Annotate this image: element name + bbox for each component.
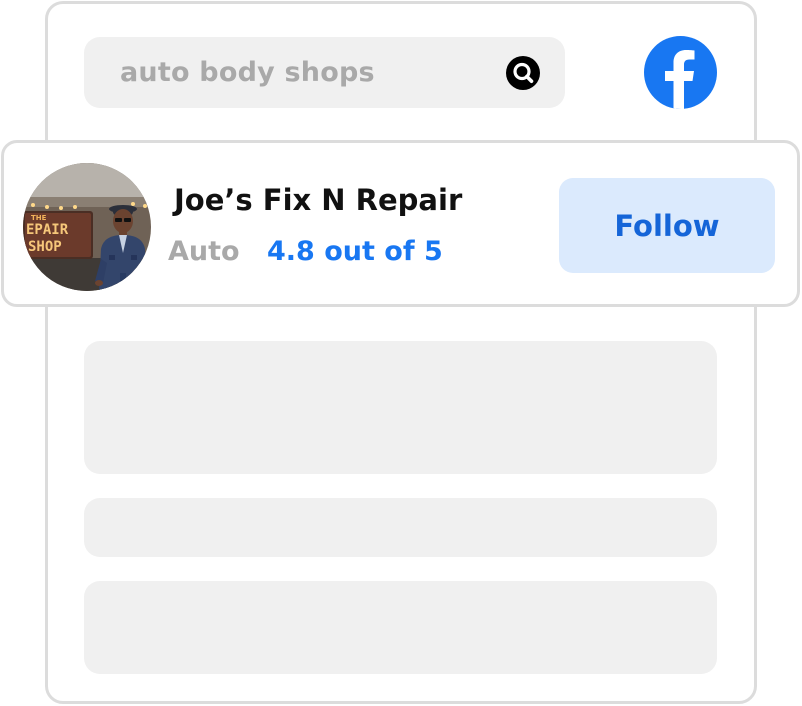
svg-text:SHOP: SHOP <box>28 239 62 255</box>
business-rating: 4.8 out of 5 <box>267 236 443 267</box>
content-placeholder-small <box>84 498 717 557</box>
follow-button[interactable]: Follow <box>559 178 775 273</box>
avatar[interactable]: THE EPAIR SHOP <box>23 163 151 291</box>
business-category: Auto <box>168 236 240 267</box>
stage: auto body shops THE EPAIR SHOP Joe’s Fix… <box>0 0 802 706</box>
facebook-logo-icon[interactable] <box>644 36 717 109</box>
svg-text:THE: THE <box>31 214 47 222</box>
business-name[interactable]: Joe’s Fix N Repair <box>174 183 462 217</box>
search-input-text[interactable]: auto body shops <box>120 57 505 88</box>
svg-text:EPAIR: EPAIR <box>26 222 69 238</box>
business-profile-card[interactable]: THE EPAIR SHOP Joe’s Fix N Repair Auto 4… <box>1 140 800 307</box>
content-placeholder-large <box>84 341 717 474</box>
content-placeholder-medium <box>84 581 717 674</box>
avatar-photo: THE EPAIR SHOP <box>23 163 151 291</box>
search-icon[interactable] <box>505 55 541 91</box>
search-bar[interactable]: auto body shops <box>84 37 565 108</box>
